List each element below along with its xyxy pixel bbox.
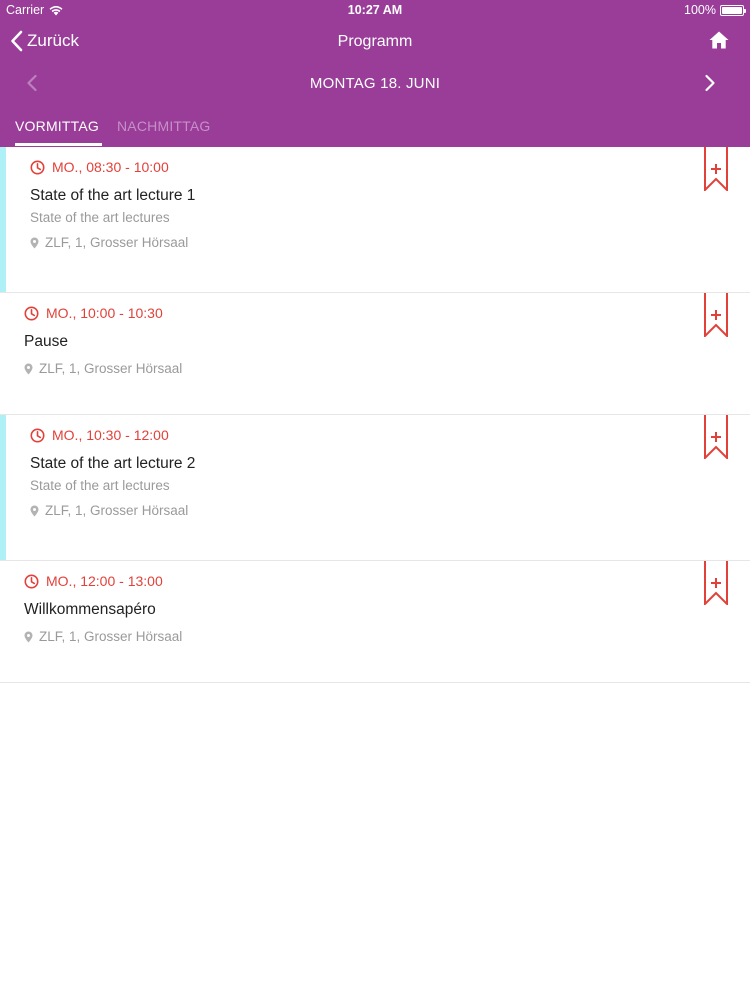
session-time-label: MO., 10:00 - 10:30 [46, 305, 163, 321]
highlight-stripe [0, 415, 6, 560]
tab-bar: VORMITTAG NACHMITTAG [0, 110, 750, 147]
session-title: State of the art lecture 1 [30, 187, 196, 204]
location-pin-icon [24, 631, 33, 642]
location-pin-icon [30, 237, 39, 248]
status-clock: 10:27 AM [347, 3, 403, 17]
active-tab-indicator [15, 143, 102, 146]
clock-icon [24, 306, 39, 320]
session-list: MO., 08:30 - 10:00 State of the art lect… [0, 147, 750, 683]
battery-icon [720, 4, 746, 16]
tab-nachmittag[interactable]: NACHMITTAG [117, 118, 211, 134]
session-time-label: MO., 12:00 - 13:00 [46, 573, 163, 589]
list-item[interactable]: MO., 12:00 - 13:00 Willkommensapéro ZLF,… [0, 561, 750, 683]
bookmark-plus-icon [704, 147, 728, 193]
session-location: ZLF, 1, Grosser Hörsaal [30, 503, 188, 518]
session-time-label: MO., 08:30 - 10:00 [52, 159, 169, 175]
home-icon [709, 31, 729, 49]
location-pin-icon [24, 363, 33, 374]
session-time-label: MO., 10:30 - 12:00 [52, 427, 169, 443]
battery-info: 100% [684, 3, 746, 17]
location-pin-icon [30, 505, 39, 516]
app-header: Carrier 10:27 AM 100% Zurück Programm MO… [0, 0, 750, 147]
bookmark-plus-icon [704, 293, 728, 339]
session-subtitle: State of the art lectures [30, 478, 170, 493]
list-item[interactable]: MO., 10:00 - 10:30 Pause ZLF, 1, Grosser… [0, 293, 750, 415]
add-bookmark-button[interactable] [704, 415, 728, 464]
nav-bar: Zurück Programm [0, 22, 750, 66]
list-item[interactable]: MO., 10:30 - 12:00 State of the art lect… [0, 415, 750, 561]
list-item[interactable]: MO., 08:30 - 10:00 State of the art lect… [0, 147, 750, 293]
session-title: Pause [24, 333, 68, 350]
session-time: MO., 10:30 - 12:00 [30, 427, 169, 443]
add-bookmark-button[interactable] [704, 293, 728, 342]
session-location-label: ZLF, 1, Grosser Hörsaal [39, 629, 183, 644]
add-bookmark-button[interactable] [704, 561, 728, 610]
session-time: MO., 10:00 - 10:30 [24, 305, 163, 321]
bookmark-plus-icon [704, 561, 728, 607]
chevron-right-icon [705, 74, 715, 92]
highlight-stripe [0, 147, 6, 292]
session-time: MO., 08:30 - 10:00 [30, 159, 169, 175]
battery-percent: 100% [684, 3, 716, 17]
clock-icon [24, 574, 39, 588]
page-title: Programm [337, 33, 413, 50]
session-title: Willkommensapéro [24, 601, 156, 618]
next-day-button[interactable] [704, 74, 716, 97]
clock-icon [30, 160, 45, 174]
session-location: ZLF, 1, Grosser Hörsaal [24, 629, 182, 644]
current-day-label: MONTAG 18. JUNI [309, 75, 441, 92]
status-bar: Carrier 10:27 AM 100% [0, 0, 750, 22]
add-bookmark-button[interactable] [704, 147, 728, 196]
bookmark-plus-icon [704, 415, 728, 461]
session-subtitle: State of the art lectures [30, 210, 170, 225]
session-location-label: ZLF, 1, Grosser Hörsaal [39, 361, 183, 376]
home-button[interactable] [708, 30, 730, 55]
day-navigation: MONTAG 18. JUNI [0, 66, 750, 102]
session-location: ZLF, 1, Grosser Hörsaal [30, 235, 188, 250]
session-title: State of the art lecture 2 [30, 455, 196, 472]
session-time: MO., 12:00 - 13:00 [24, 573, 163, 589]
clock-icon [30, 428, 45, 442]
session-location: ZLF, 1, Grosser Hörsaal [24, 361, 182, 376]
session-location-label: ZLF, 1, Grosser Hörsaal [45, 503, 189, 518]
tab-vormittag[interactable]: VORMITTAG [15, 118, 99, 134]
session-location-label: ZLF, 1, Grosser Hörsaal [45, 235, 189, 250]
